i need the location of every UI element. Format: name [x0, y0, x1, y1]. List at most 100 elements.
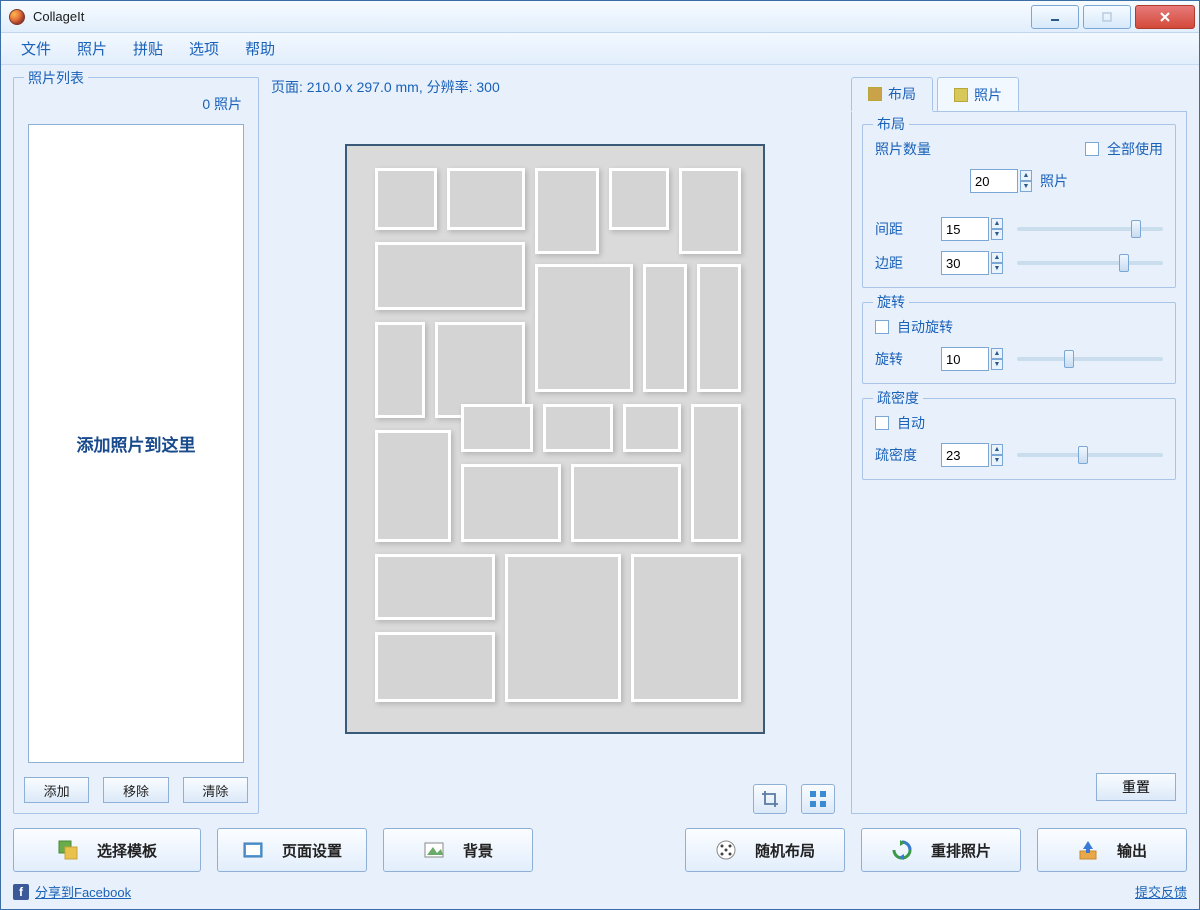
spin-down[interactable]: ▼	[991, 263, 1003, 274]
crop-icon	[761, 790, 779, 808]
density-label: 疏密度	[875, 445, 933, 465]
page-info: 页面: 210.0 x 297.0 mm, 分辨率: 300	[271, 77, 839, 107]
photo-list-title: 照片列表	[24, 68, 88, 88]
collage-canvas[interactable]	[345, 144, 765, 734]
spacing-slider[interactable]	[1017, 227, 1163, 231]
close-button[interactable]	[1135, 5, 1195, 29]
title-bar: CollageIt	[1, 1, 1199, 33]
fullscreen-tool[interactable]	[801, 784, 835, 814]
spin-up[interactable]: ▲	[991, 444, 1003, 455]
collage-cell[interactable]	[461, 404, 533, 452]
collage-cell[interactable]	[375, 168, 437, 230]
feedback-link[interactable]: 提交反馈	[1135, 882, 1187, 901]
collage-cell[interactable]	[643, 264, 687, 392]
margin-label: 边距	[875, 253, 933, 273]
auto-density-checkbox[interactable]	[875, 416, 889, 430]
collage-cell[interactable]	[447, 168, 525, 230]
photo-drop-placeholder: 添加照片到这里	[77, 431, 196, 456]
menu-collage[interactable]: 拼贴	[133, 38, 163, 59]
collage-cell[interactable]	[461, 464, 561, 542]
layout-icon	[868, 87, 882, 101]
spin-up[interactable]: ▲	[991, 348, 1003, 359]
menu-options[interactable]: 选项	[189, 38, 219, 59]
background-button[interactable]: 背景	[383, 828, 533, 872]
collage-cell[interactable]	[697, 264, 741, 392]
rotate-slider[interactable]	[1017, 357, 1163, 361]
spin-down[interactable]: ▼	[991, 229, 1003, 240]
clear-button[interactable]: 清除	[183, 777, 248, 803]
auto-rotate-checkbox[interactable]	[875, 320, 889, 334]
spin-down[interactable]: ▼	[991, 455, 1003, 466]
spacing-input[interactable]	[941, 217, 989, 241]
collage-cell[interactable]	[375, 632, 495, 702]
photo-count-label: 照片数量	[875, 139, 933, 159]
layout-group: 布局 照片数量 全部使用 ▲▼ 照片 间距 ▲▼	[862, 124, 1176, 288]
collage-cell[interactable]	[691, 404, 741, 542]
auto-rotate-label: 自动旋转	[897, 317, 953, 337]
photo-drop-area[interactable]: 添加照片到这里	[28, 124, 244, 763]
collage-cell[interactable]	[375, 554, 495, 620]
collage-cell[interactable]	[505, 554, 621, 702]
photo-count-input[interactable]	[970, 169, 1018, 193]
maximize-button[interactable]	[1083, 5, 1131, 29]
facebook-icon: f	[13, 884, 29, 900]
spin-down[interactable]: ▼	[1020, 181, 1032, 192]
rotate-group: 旋转 自动旋转 旋转 ▲▼	[862, 302, 1176, 384]
export-icon	[1077, 839, 1099, 861]
page-setup-icon	[242, 839, 264, 861]
minimize-button[interactable]	[1031, 5, 1079, 29]
rotate-group-title: 旋转	[873, 292, 909, 312]
spin-up[interactable]: ▲	[1020, 170, 1032, 181]
background-icon	[423, 839, 445, 861]
density-input[interactable]	[941, 443, 989, 467]
menu-bar: 文件 照片 拼贴 选项 帮助	[1, 33, 1199, 65]
spin-down[interactable]: ▼	[991, 359, 1003, 370]
collage-cell[interactable]	[679, 168, 741, 254]
layout-group-title: 布局	[873, 114, 909, 134]
share-facebook-link[interactable]: 分享到Facebook	[35, 882, 131, 901]
use-all-label: 全部使用	[1107, 139, 1163, 159]
collage-cell[interactable]	[571, 464, 681, 542]
collage-cell[interactable]	[535, 168, 599, 254]
collage-cell[interactable]	[543, 404, 613, 452]
rotate-label: 旋转	[875, 349, 933, 369]
collage-cell[interactable]	[535, 264, 633, 392]
spacing-label: 间距	[875, 219, 933, 239]
remove-button[interactable]: 移除	[103, 777, 168, 803]
rotate-input[interactable]	[941, 347, 989, 371]
export-button[interactable]: 输出	[1037, 828, 1187, 872]
tab-layout[interactable]: 布局	[851, 77, 933, 112]
collage-cell[interactable]	[631, 554, 741, 702]
collage-cell[interactable]	[623, 404, 681, 452]
template-icon	[57, 839, 79, 861]
template-button[interactable]: 选择模板	[13, 828, 201, 872]
add-button[interactable]: 添加	[24, 777, 89, 803]
density-group: 疏密度 自动 疏密度 ▲▼	[862, 398, 1176, 480]
refresh-icon	[891, 839, 913, 861]
margin-input[interactable]	[941, 251, 989, 275]
page-setup-button[interactable]: 页面设置	[217, 828, 367, 872]
menu-file[interactable]: 文件	[21, 38, 51, 59]
rearrange-button[interactable]: 重排照片	[861, 828, 1021, 872]
density-slider[interactable]	[1017, 453, 1163, 457]
app-title: CollageIt	[33, 9, 84, 24]
collage-cell[interactable]	[375, 242, 525, 310]
collage-cell[interactable]	[375, 430, 451, 542]
auto-density-label: 自动	[897, 413, 925, 433]
use-all-checkbox[interactable]	[1085, 142, 1099, 156]
collage-cell[interactable]	[375, 322, 425, 418]
collage-cell[interactable]	[609, 168, 669, 230]
tab-photo[interactable]: 照片	[937, 77, 1019, 111]
spin-up[interactable]: ▲	[991, 252, 1003, 263]
spin-up[interactable]: ▲	[991, 218, 1003, 229]
photo-icon	[954, 88, 968, 102]
menu-photo[interactable]: 照片	[77, 38, 107, 59]
dice-icon	[715, 839, 737, 861]
margin-slider[interactable]	[1017, 261, 1163, 265]
crop-tool[interactable]	[753, 784, 787, 814]
random-layout-button[interactable]: 随机布局	[685, 828, 845, 872]
app-icon	[9, 9, 25, 25]
photo-unit: 照片	[1040, 171, 1068, 191]
menu-help[interactable]: 帮助	[245, 38, 275, 59]
reset-button[interactable]: 重置	[1096, 773, 1176, 801]
